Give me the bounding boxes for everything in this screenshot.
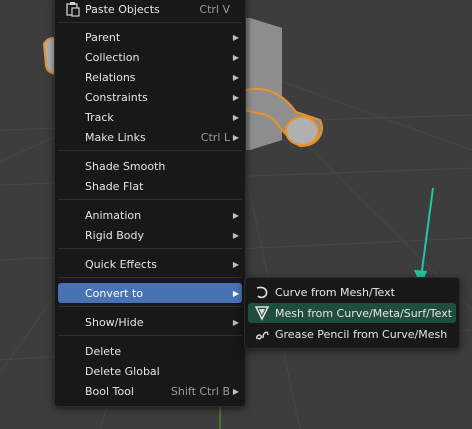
menu-item-track[interactable]: Track ▶: [58, 107, 242, 127]
menu-item-label: Constraints: [85, 90, 148, 104]
menu-item-label: Delete: [85, 344, 122, 358]
submenu-arrow-icon: ▶: [232, 92, 240, 102]
mesh-triangle-icon: [254, 305, 270, 321]
submenu-arrow-icon: ▶: [232, 288, 240, 298]
menu-item-label: Animation: [85, 208, 142, 222]
submenu-arrow-icon: ▶: [232, 210, 240, 220]
submenu-item-label: Grease Pencil from Curve/Mesh: [275, 327, 448, 341]
menu-separator: [58, 22, 242, 23]
menu-item-collection[interactable]: Collection ▶: [58, 47, 242, 67]
menu-separator: [58, 335, 242, 336]
submenu-arrow-icon: ▶: [232, 32, 240, 42]
submenu-arrow-icon: ▶: [232, 259, 240, 269]
menu-item-label: Collection: [85, 50, 140, 64]
menu-item-shortcut: Ctrl L: [200, 130, 230, 144]
menu-item-label: Shade Smooth: [85, 159, 166, 173]
menu-item-paste-objects[interactable]: Paste Objects Ctrl V: [58, 0, 242, 19]
menu-item-quick-effects[interactable]: Quick Effects ▶: [58, 254, 242, 274]
menu-item-show-hide[interactable]: Show/Hide ▶: [58, 312, 242, 332]
submenu-item-label: Mesh from Curve/Meta/Surf/Text: [275, 306, 453, 320]
grease-pencil-icon: [254, 326, 270, 342]
convert-to-submenu: Curve from Mesh/Text Mesh from Curve/Met…: [244, 277, 460, 349]
submenu-arrow-icon: ▶: [232, 317, 240, 327]
menu-item-make-links[interactable]: Make Links Ctrl L ▶: [58, 127, 242, 147]
menu-item-rigid-body[interactable]: Rigid Body ▶: [58, 225, 242, 245]
menu-separator: [58, 199, 242, 200]
menu-item-animation[interactable]: Animation ▶: [58, 205, 242, 225]
menu-item-constraints[interactable]: Constraints ▶: [58, 87, 242, 107]
menu-item-delete[interactable]: Delete: [58, 341, 242, 361]
menu-separator: [58, 277, 242, 278]
menu-item-label: Paste Objects: [85, 2, 160, 16]
menu-item-shade-smooth[interactable]: Shade Smooth: [58, 156, 242, 176]
submenu-arrow-icon: ▶: [232, 230, 240, 240]
menu-item-label: Show/Hide: [85, 315, 144, 329]
annotation-arrow: [414, 187, 434, 286]
menu-item-shade-flat[interactable]: Shade Flat: [58, 176, 242, 196]
submenu-arrow-icon: ▶: [232, 386, 240, 396]
paste-icon: [65, 1, 81, 17]
menu-item-label: Shade Flat: [85, 179, 144, 193]
menu-item-parent[interactable]: Parent ▶: [58, 27, 242, 47]
submenu-item-label: Curve from Mesh/Text: [275, 285, 395, 299]
submenu-arrow-icon: ▶: [232, 72, 240, 82]
menu-item-label: Convert to: [85, 286, 144, 300]
menu-item-label: Make Links: [85, 130, 146, 144]
submenu-arrow-icon: ▶: [232, 112, 240, 122]
submenu-arrow-icon: ▶: [232, 132, 240, 142]
submenu-item-curve-from-mesh[interactable]: Curve from Mesh/Text: [248, 282, 456, 302]
menu-item-label: Track: [85, 110, 114, 124]
menu-item-label: Parent: [85, 30, 121, 44]
menu-separator: [58, 248, 242, 249]
submenu-item-grease-pencil[interactable]: Grease Pencil from Curve/Mesh: [248, 324, 456, 344]
menu-item-bool-tool[interactable]: Bool Tool Shift Ctrl B ▶: [58, 381, 242, 401]
menu-item-label: Bool Tool: [85, 384, 134, 398]
menu-item-relations[interactable]: Relations ▶: [58, 67, 242, 87]
curve-icon: [254, 284, 270, 300]
menu-separator: [58, 306, 242, 307]
menu-item-label: Rigid Body: [85, 228, 144, 242]
menu-item-convert-to[interactable]: Convert to ▶: [58, 283, 242, 303]
menu-item-shortcut: Shift Ctrl B: [170, 384, 230, 398]
object-context-menu: Paste Objects Ctrl V Parent ▶ Collection…: [54, 0, 246, 407]
menu-item-label: Quick Effects: [85, 257, 157, 271]
menu-separator: [58, 150, 242, 151]
menu-item-label: Delete Global: [85, 364, 160, 378]
menu-item-shortcut: Ctrl V: [199, 2, 230, 16]
menu-item-delete-global[interactable]: Delete Global: [58, 361, 242, 381]
submenu-item-mesh-from-curve[interactable]: Mesh from Curve/Meta/Surf/Text: [248, 303, 456, 323]
submenu-arrow-icon: ▶: [232, 52, 240, 62]
menu-item-label: Relations: [85, 70, 136, 84]
